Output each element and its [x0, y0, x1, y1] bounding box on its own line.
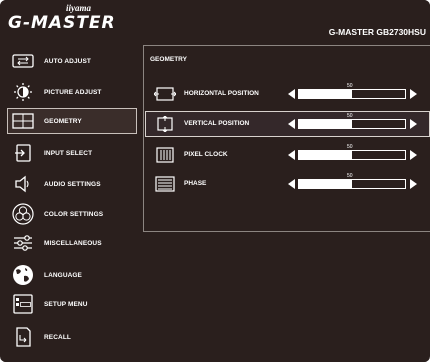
setting-row-vertical-position[interactable]: VERTICAL POSITION 50 — [145, 111, 430, 137]
globe-icon — [12, 265, 34, 285]
increase-arrow-icon[interactable] — [410, 179, 417, 189]
osd-icon — [12, 294, 34, 314]
sidebar-item-label: RECALL — [44, 333, 71, 341]
decrease-arrow-icon[interactable] — [288, 119, 295, 129]
slider-track[interactable] — [298, 179, 406, 189]
recall-icon — [12, 327, 34, 347]
sidebar-item-label: AUTO ADJUST — [44, 57, 91, 65]
panel-title: GEOMETRY — [150, 56, 187, 63]
slider-fill — [299, 120, 352, 128]
sidebar-item-auto-adjust[interactable]: AUTO ADJUST — [8, 49, 136, 73]
setting-label: HORIZONTAL POSITION — [184, 90, 259, 97]
slider-track[interactable] — [298, 150, 406, 160]
sidebar-item-input-select[interactable]: INPUT SELECT — [8, 141, 136, 165]
geometry-icon — [12, 111, 34, 131]
sidebar-item-audio-settings[interactable]: AUDIO SETTINGS — [8, 172, 136, 196]
slider-track[interactable] — [298, 89, 406, 99]
setting-label: VERTICAL POSITION — [184, 120, 250, 127]
sidebar-item-label: AUDIO SETTINGS — [44, 180, 101, 188]
slider-value: 50 — [347, 144, 353, 150]
increase-arrow-icon[interactable] — [410, 89, 417, 99]
footer-bar — [0, 358, 430, 362]
header: iiyama G-MASTER G-MASTER GB2730HSU — [0, 0, 430, 40]
sidebar-item-language[interactable]: LANGUAGE — [8, 263, 136, 287]
sidebar-item-recall[interactable]: RECALL — [8, 325, 136, 349]
setting-row-phase[interactable]: PHASE 50 — [146, 172, 429, 196]
slider-fill — [299, 151, 352, 159]
sidebar-item-label: PICTURE ADJUST — [44, 88, 102, 96]
decrease-arrow-icon[interactable] — [288, 150, 295, 160]
slider-value: 50 — [347, 83, 353, 89]
brand-small: iiyama — [66, 3, 91, 13]
slider-value: 50 — [347, 113, 353, 119]
sidebar-item-color-settings[interactable]: COLOR SETTINGS — [8, 202, 136, 226]
sidebar-item-setup-menu[interactable]: SETUP MENU — [8, 292, 136, 316]
slider-fill — [299, 90, 352, 98]
phase-icon — [154, 176, 176, 192]
model-name: G-MASTER GB2730HSU — [328, 27, 426, 37]
setting-label: PHASE — [184, 180, 207, 187]
decrease-arrow-icon[interactable] — [288, 179, 295, 189]
brand-logo: G-MASTER — [8, 13, 116, 33]
sidebar-item-label: LANGUAGE — [44, 271, 82, 279]
brightness-icon — [12, 82, 34, 102]
geometry-panel: GEOMETRY HORIZONTAL POSITION 50 VERTICAL… — [143, 45, 430, 232]
color-rgb-icon — [12, 203, 34, 225]
pixel-clock-icon — [154, 147, 176, 163]
increase-arrow-icon[interactable] — [410, 119, 417, 129]
slider-track[interactable] — [298, 119, 406, 129]
sidebar-item-picture-adjust[interactable]: PICTURE ADJUST — [8, 80, 136, 104]
auto-adjust-icon — [12, 51, 34, 71]
sliders-icon — [12, 233, 34, 253]
input-select-icon — [12, 143, 34, 163]
speaker-icon — [12, 174, 34, 194]
setting-row-pixel-clock[interactable]: PIXEL CLOCK 50 — [146, 143, 429, 167]
setting-row-horizontal-position[interactable]: HORIZONTAL POSITION 50 — [146, 82, 429, 106]
sidebar-item-label: INPUT SELECT — [44, 149, 93, 157]
setting-label: PIXEL CLOCK — [184, 151, 228, 158]
sidebar-item-label: COLOR SETTINGS — [44, 210, 104, 218]
slider-fill — [299, 180, 352, 188]
osd-menu: iiyama G-MASTER G-MASTER GB2730HSU AUTO … — [0, 0, 430, 362]
sidebar-item-label: MISCELLANEOUS — [44, 239, 102, 247]
vertical-position-icon — [154, 115, 176, 133]
sidebar-item-label: GEOMETRY — [44, 117, 82, 125]
sidebar-item-label: SETUP MENU — [44, 300, 88, 308]
decrease-arrow-icon[interactable] — [288, 89, 295, 99]
increase-arrow-icon[interactable] — [410, 150, 417, 160]
slider-value: 50 — [347, 173, 353, 179]
horizontal-position-icon — [153, 86, 177, 102]
sidebar-item-geometry[interactable]: GEOMETRY — [7, 108, 137, 134]
sidebar-item-miscellaneous[interactable]: MISCELLANEOUS — [8, 231, 136, 255]
